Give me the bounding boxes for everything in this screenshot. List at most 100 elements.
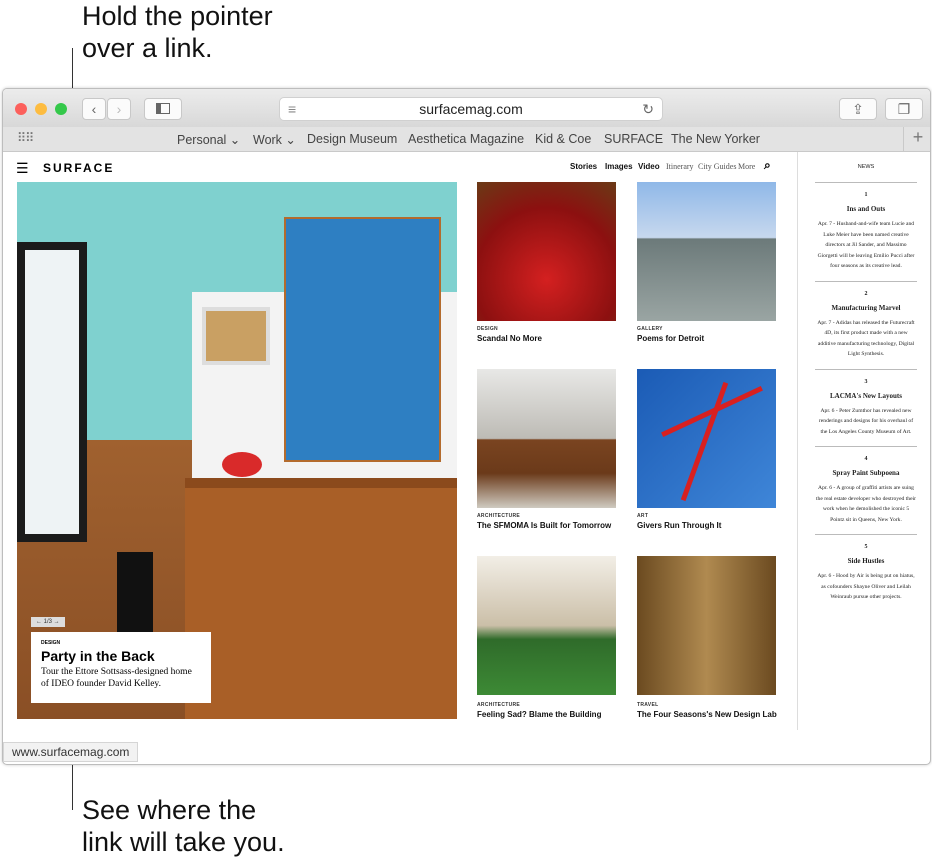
nav-more[interactable]: More bbox=[738, 162, 755, 171]
nav-itinerary[interactable]: Itinerary bbox=[666, 162, 694, 171]
article-image[interactable] bbox=[477, 369, 616, 508]
news-body: Apr. 6 - Peter Zumthor has revealed new … bbox=[818, 407, 914, 435]
article-title[interactable]: Feeling Sad? Blame the Building bbox=[477, 710, 601, 719]
divider bbox=[815, 280, 917, 282]
news-label: NEWS bbox=[857, 164, 875, 170]
toolbar: ‹ › ≡ surfacemag.com ↻ ⇪ ❐ bbox=[3, 89, 930, 127]
news-body: Apr. 7 - Adidas has released the Futurec… bbox=[817, 319, 915, 358]
safari-window: ‹ › ≡ surfacemag.com ↻ ⇪ ❐ ⠿⠿ Personal ⌄ W… bbox=[2, 88, 931, 765]
article-category: GALLERY bbox=[637, 326, 663, 332]
nav-images[interactable]: Images bbox=[605, 162, 633, 171]
bookmark-new-yorker[interactable]: The New Yorker bbox=[671, 132, 760, 146]
news-number: 3 bbox=[864, 378, 868, 385]
reload-icon[interactable]: ↻ bbox=[642, 98, 654, 120]
news-title[interactable]: Side Hustles bbox=[815, 557, 917, 565]
menu-icon[interactable]: ☰ bbox=[16, 160, 29, 177]
nav-city-guides[interactable]: City Guides bbox=[698, 162, 736, 171]
bookmark-kid-coe[interactable]: Kid & Coe bbox=[535, 132, 591, 146]
forward-button[interactable]: › bbox=[107, 98, 131, 120]
article-category: ART bbox=[637, 513, 649, 519]
article-image[interactable] bbox=[477, 182, 616, 321]
hero-image[interactable]: ← 1/3 → DESIGN Party in the Back Tour th… bbox=[17, 182, 457, 719]
tabs-button[interactable]: ❐ bbox=[885, 98, 923, 120]
divider bbox=[815, 534, 917, 535]
news-number: 2 bbox=[864, 290, 868, 297]
news-sidebar: NEWS 1 Ins and Outs Apr. 7 - Husband-and-w… bbox=[815, 164, 917, 612]
back-button[interactable]: ‹ bbox=[82, 98, 106, 120]
news-title[interactable]: Manufacturing Marvel bbox=[815, 304, 917, 312]
share-button[interactable]: ⇪ bbox=[839, 98, 877, 120]
callout-line bbox=[72, 765, 73, 810]
share-icon: ⇪ bbox=[852, 101, 864, 117]
bookmark-surface[interactable]: SURFACE bbox=[604, 132, 663, 146]
callout-text: See where the bbox=[82, 795, 257, 825]
url-text: surfacemag.com bbox=[419, 101, 523, 117]
article-category: TRAVEL bbox=[637, 702, 659, 708]
news-number: 4 bbox=[864, 456, 868, 462]
article-title[interactable]: The SFMOMA Is Built for Tomorrow bbox=[477, 521, 611, 530]
divider bbox=[815, 446, 917, 447]
callout-text: over a link. bbox=[82, 33, 213, 63]
news-number: 5 bbox=[864, 544, 868, 550]
grid-icon[interactable]: ⠿⠿ bbox=[17, 130, 34, 145]
blue-cabinet bbox=[284, 217, 441, 462]
article-category: ARCHITECTURE bbox=[477, 702, 521, 708]
bookmarks-bar: ⠿⠿ Personal ⌄ Work ⌄ Design Museum Aesth… bbox=[3, 127, 930, 152]
news-title[interactable]: Spray Paint Subpoena bbox=[815, 469, 917, 477]
news-item[interactable]: 5 Side Hustles Apr. 6 - Hood by Air is bei… bbox=[815, 534, 917, 603]
status-bar-link: www.surfacemag.com bbox=[3, 742, 139, 762]
bookmark-personal[interactable]: Personal ⌄ bbox=[177, 132, 240, 147]
divider bbox=[815, 368, 917, 370]
callout-bottom: See where the link will take you. bbox=[82, 794, 285, 858]
news-title[interactable]: Ins and Outs bbox=[815, 205, 917, 213]
nav-stories[interactable]: Stories bbox=[570, 162, 597, 171]
new-tab-button[interactable]: + bbox=[903, 127, 930, 152]
article-title[interactable]: Poems for Detroit bbox=[637, 334, 704, 343]
web-page: ☰ SURFACE Stories Images Video Itinerary… bbox=[3, 152, 930, 764]
article-image[interactable] bbox=[637, 556, 776, 695]
hero-title[interactable]: Party in the Back bbox=[41, 648, 201, 664]
bookmark-work[interactable]: Work ⌄ bbox=[253, 132, 296, 147]
red-object bbox=[222, 452, 262, 477]
divider bbox=[815, 182, 917, 183]
news-item[interactable]: 3 LACMA's New Layouts Apr. 6 - Peter Zumth… bbox=[815, 368, 917, 438]
news-item[interactable]: 2 Manufacturing Marvel Apr. 7 - Adidas has… bbox=[815, 280, 917, 360]
artwork bbox=[202, 307, 270, 365]
article-title[interactable]: Scandal No More bbox=[477, 334, 542, 343]
hero-category: DESIGN bbox=[41, 640, 61, 646]
address-bar[interactable]: ≡ surfacemag.com ↻ bbox=[279, 97, 663, 121]
sidebar-icon bbox=[156, 103, 170, 114]
news-item[interactable]: 4 Spray Paint Subpoena Apr. 6 - A group of… bbox=[815, 446, 917, 525]
news-body: Apr. 6 - Hood by Air is being put on hia… bbox=[817, 573, 915, 600]
news-number: 1 bbox=[864, 192, 868, 198]
callout-top: Hold the pointer over a link. bbox=[82, 0, 273, 64]
callout-text: Hold the pointer bbox=[82, 1, 273, 31]
close-button[interactable] bbox=[15, 103, 27, 115]
search-icon[interactable]: ⌕ bbox=[764, 158, 771, 173]
news-item[interactable]: 1 Ins and Outs Apr. 7 - Husband-and-wife t… bbox=[815, 182, 917, 272]
minimize-button[interactable] bbox=[35, 103, 47, 115]
callout-text: link will take you. bbox=[82, 827, 285, 857]
article-category: ARCHITECTURE bbox=[477, 513, 521, 519]
article-image[interactable] bbox=[637, 182, 776, 321]
article-title[interactable]: Givers Run Through It bbox=[637, 521, 721, 530]
site-logo[interactable]: SURFACE bbox=[43, 161, 114, 175]
reader-icon: ≡ bbox=[288, 101, 297, 117]
zoom-button[interactable] bbox=[55, 103, 67, 115]
hero-caption[interactable]: DESIGN Party in the Back Tour the Ettore… bbox=[31, 632, 211, 703]
bookmark-design-museum[interactable]: Design Museum bbox=[307, 132, 397, 146]
article-title[interactable]: The Four Seasons's New Design Lab bbox=[637, 710, 777, 719]
news-body: Apr. 7 - Husband-and-wife team Lucie and… bbox=[817, 221, 915, 269]
window-shape bbox=[17, 242, 87, 542]
article-image[interactable] bbox=[477, 556, 616, 695]
sidebar-divider bbox=[797, 152, 798, 730]
pager[interactable]: ← 1/3 → bbox=[31, 617, 65, 627]
news-title[interactable]: LACMA's New Layouts bbox=[815, 392, 917, 400]
hero-desc: Tour the Ettore Sottsass-designed home o… bbox=[41, 667, 192, 689]
sidebar-button[interactable] bbox=[144, 98, 182, 120]
nav-video[interactable]: Video bbox=[638, 162, 660, 171]
bookmark-aesthetica[interactable]: Aesthetica Magazine bbox=[408, 132, 524, 146]
article-category: DESIGN bbox=[477, 326, 498, 332]
article-image[interactable] bbox=[637, 369, 776, 508]
wood-dresser bbox=[185, 478, 457, 719]
